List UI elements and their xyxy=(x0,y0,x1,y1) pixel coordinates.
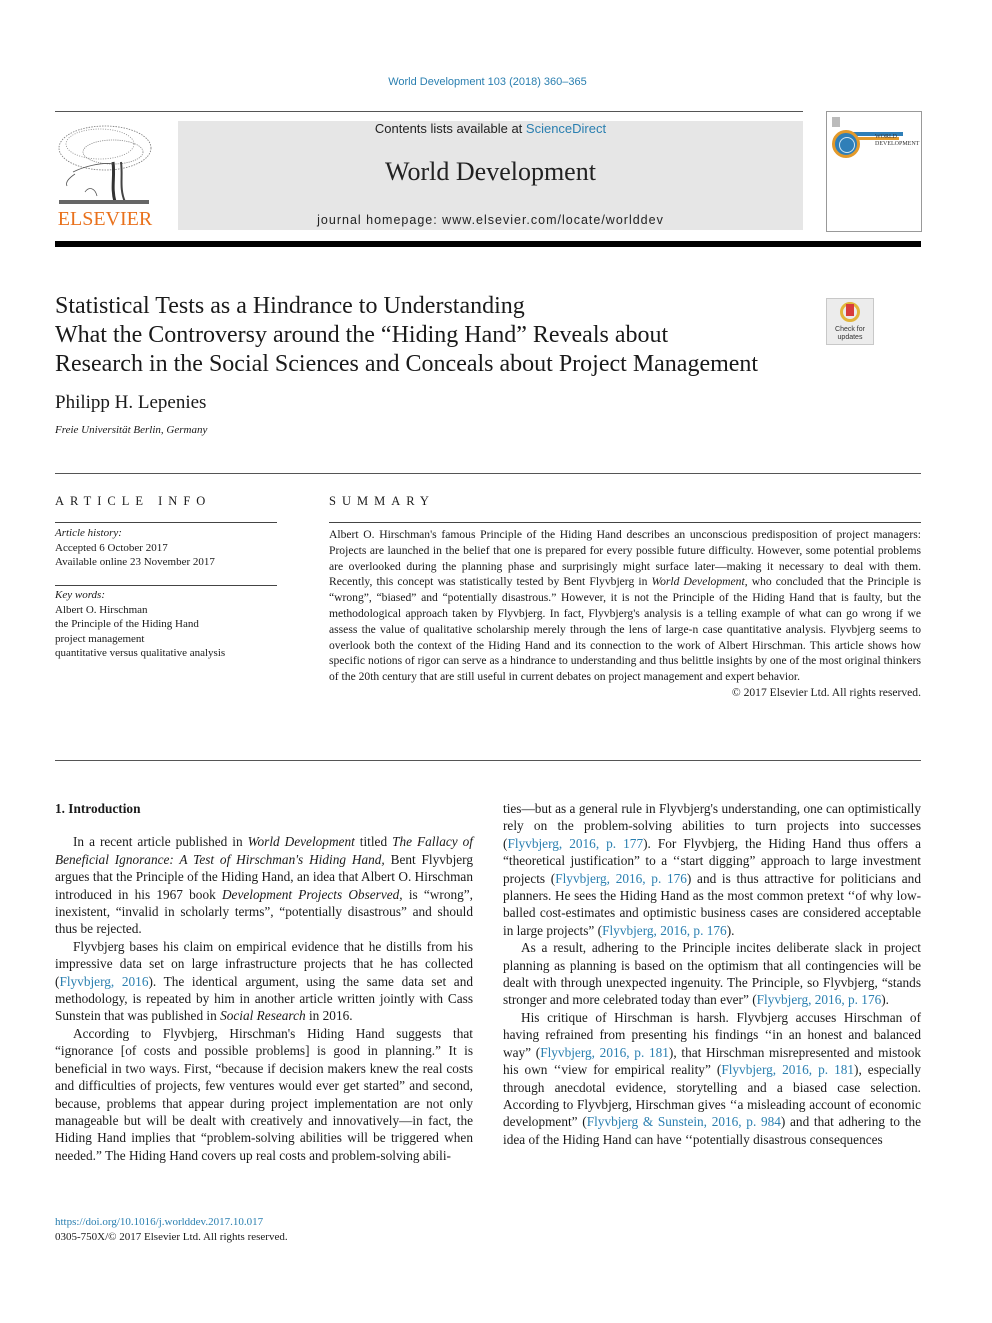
article-title: Statistical Tests as a Hindrance to Unde… xyxy=(55,292,815,379)
article-history-label: Article history: xyxy=(55,527,122,539)
summary-divider xyxy=(329,522,921,523)
header-thick-divider xyxy=(55,241,921,247)
citation-link[interactable]: Flyvbjerg, 2016 xyxy=(59,974,148,989)
body-paragraph: Flyvbjerg bases his claim on empirical e… xyxy=(55,938,473,1025)
keywords-list: Key words: Albert O. Hirschman the Princ… xyxy=(55,588,285,661)
citation-link[interactable]: Flyvbjerg, 2016, p. 181 xyxy=(721,1062,854,1077)
journal-masthead: Contents lists available at ScienceDirec… xyxy=(178,121,803,230)
text-segment: in 2016. xyxy=(305,1008,353,1024)
article-info-heading: ARTICLE INFO xyxy=(55,494,212,508)
keyword-item: project management xyxy=(55,632,145,645)
citation-link[interactable]: Flyvbjerg, 2016, p. 176 xyxy=(555,871,687,886)
body-divider xyxy=(55,760,921,761)
available-online-date: Available online 23 November 2017 xyxy=(55,556,215,568)
globe-icon xyxy=(832,130,860,158)
summary-heading: SUMMARY xyxy=(329,494,435,508)
sciencedirect-link[interactable]: ScienceDirect xyxy=(526,121,606,136)
citation-link[interactable]: Flyvbjerg, 2016, p. 176 xyxy=(602,923,727,938)
keywords-label: Key words: xyxy=(55,589,106,601)
keyword-item: quantitative versus qualitative analysis xyxy=(55,647,226,659)
cover-title: WORLD DEVELOPMENT xyxy=(875,134,919,148)
body-column-right: ties—but as a general rule in Flyvbjerg'… xyxy=(503,800,921,1148)
body-paragraph: His critique of Hirschman is harsh. Flyv… xyxy=(503,1009,921,1148)
bookmark-ribbon-icon xyxy=(846,304,854,316)
summary-copyright: © 2017 Elsevier Ltd. All rights reserved… xyxy=(731,685,921,699)
article-info-divider xyxy=(55,585,277,586)
check-updates-label-line: updates xyxy=(837,334,863,341)
body-paragraph: According to Flyvbjerg, Hirschman's Hidi… xyxy=(55,1025,473,1164)
text-segment: ). xyxy=(726,922,735,938)
page-footer: https://doi.org/10.1016/j.worlddev.2017.… xyxy=(55,1215,288,1245)
check-for-updates-button[interactable]: Check for updates xyxy=(826,298,874,345)
elsevier-wordmark: ELSEVIER xyxy=(57,208,153,230)
summary-abstract: Albert O. Hirschman's famous Principle o… xyxy=(329,527,921,701)
text-segment: ). xyxy=(881,992,890,1008)
summary-journal-italic: World Development xyxy=(651,575,745,589)
journal-title: World Development xyxy=(385,157,596,186)
contents-available-line: Contents lists available at ScienceDirec… xyxy=(178,121,803,136)
check-updates-label-line: Check for xyxy=(835,326,865,333)
section-heading-introduction: 1. Introduction xyxy=(55,801,141,816)
journal-reference-link[interactable]: World Development 103 (2018) 360–365 xyxy=(0,76,975,88)
journal-homepage-link[interactable]: journal homepage: www.elsevier.com/locat… xyxy=(178,213,803,227)
article-title-line: Research in the Social Sciences and Conc… xyxy=(55,351,759,377)
cover-title-line: DEVELOPMENT xyxy=(875,141,920,147)
issn-copyright: 0305-750X/© 2017 Elsevier Ltd. All right… xyxy=(55,1231,288,1243)
italic-segment: Social Research xyxy=(220,1008,306,1024)
italic-segment: Development Projects Observed xyxy=(221,886,400,902)
cover-title-line: WORLD xyxy=(875,134,897,140)
author-affiliation: Freie Universität Berlin, Germany xyxy=(55,424,208,436)
summary-text-segment: , who concluded that the Principle is “w… xyxy=(329,575,921,684)
article-history: Article history: Accepted 6 October 2017… xyxy=(55,526,280,570)
citation-link[interactable]: Flyvbjerg & Sunstein, 2016, p. 984 xyxy=(587,1114,781,1129)
journal-cover-thumbnail[interactable]: WORLD DEVELOPMENT xyxy=(826,111,922,232)
cover-publisher-mark xyxy=(832,117,840,127)
text-segment: titled xyxy=(354,834,393,850)
article-info-divider xyxy=(55,522,277,523)
body-paragraph: As a result, adhering to the Principle i… xyxy=(503,939,921,1009)
citation-link[interactable]: Flyvbjerg, 2016, p. 176 xyxy=(757,992,882,1007)
summary-text: Albert O. Hirschman's famous Principle o… xyxy=(329,527,921,685)
italic-segment: World Development xyxy=(247,834,355,850)
check-updates-label: Check for updates xyxy=(827,326,873,342)
article-title-line: What the Controversy around the “Hiding … xyxy=(55,322,669,348)
citation-link[interactable]: Flyvbjerg, 2016, p. 181 xyxy=(540,1045,669,1060)
body-paragraph-continued: ties—but as a general rule in Flyvbjerg'… xyxy=(503,800,921,939)
text-segment: In a recent article published in xyxy=(73,834,248,850)
body-paragraph: In a recent article published in World D… xyxy=(55,833,473,937)
section-divider xyxy=(55,473,921,474)
text-segment: According to Flyvbjerg, Hirschman's Hidi… xyxy=(55,1025,473,1163)
article-title-line: Statistical Tests as a Hindrance to Unde… xyxy=(55,293,525,319)
keyword-item: the Principle of the Hiding Hand xyxy=(55,618,199,630)
header-divider xyxy=(55,111,803,112)
elsevier-tree-icon xyxy=(55,122,153,206)
author-name: Philipp H. Lepenies xyxy=(55,392,207,413)
body-column-left: 1. Introduction In a recent article publ… xyxy=(55,800,473,1164)
accepted-date: Accepted 6 October 2017 xyxy=(55,541,168,554)
contents-prefix: Contents lists available at xyxy=(374,121,526,136)
doi-link[interactable]: https://doi.org/10.1016/j.worlddev.2017.… xyxy=(55,1215,288,1230)
citation-link[interactable]: Flyvbjerg, 2016, p. 177 xyxy=(507,836,643,851)
elsevier-logo[interactable]: ELSEVIER xyxy=(55,120,155,232)
keyword-item: Albert O. Hirschman xyxy=(55,603,148,616)
